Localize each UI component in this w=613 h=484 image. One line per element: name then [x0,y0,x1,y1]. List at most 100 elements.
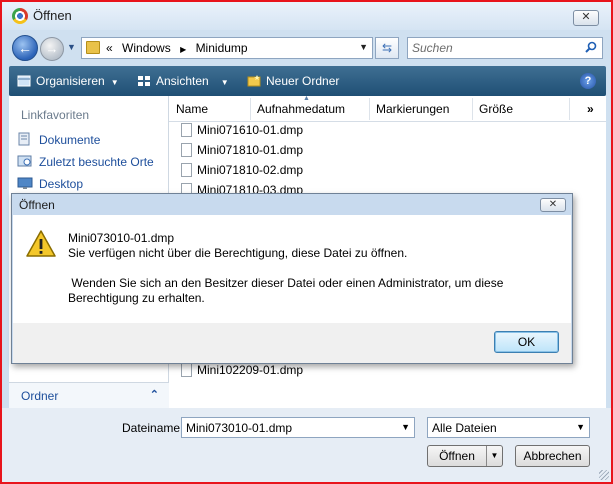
folders-toggle[interactable]: Ordner ⌃ [9,382,169,408]
organize-label: Organisieren [36,74,105,88]
recent-pages-dropdown[interactable]: ▼ [67,42,76,52]
forward-button[interactable]: → [40,37,64,61]
file-icon [181,163,192,177]
chevron-down-icon: ▼ [220,78,229,87]
error-dialog-title: Öffnen [19,198,55,212]
sort-indicator-icon: ▲ [303,95,310,102]
new-folder-button[interactable]: Neuer Ordner [247,74,339,88]
file-name: Mini071610-01.dmp [197,123,304,137]
views-icon [138,76,150,86]
column-headers: Name ▲ Aufnahmedatum Markierungen Größe … [169,95,606,122]
sidebar-item-label: Zuletzt besuchte Orte [39,155,154,169]
file-row[interactable]: Mini071610-01.dmp [181,123,303,143]
search-placeholder: Suchen [412,41,453,55]
file-icon [181,363,192,377]
filename-value: Mini073010-01.dmp [186,421,293,435]
title-bar: Öffnen ✕ [2,2,611,30]
chevron-down-icon: ▼ [490,451,499,460]
warning-icon [26,230,56,257]
search-input[interactable]: Suchen [407,37,603,59]
filename-label: Dateiname: [122,421,184,435]
breadcrumb-minidump[interactable]: Minidump [196,41,248,55]
chevron-down-icon: ▼ [359,42,368,52]
chevron-down-icon: ▼ [576,422,585,432]
back-button[interactable]: ← [12,35,38,61]
error-dialog-body: Mini073010-01.dmp Sie verfügen nicht übe… [13,215,571,323]
organize-menu[interactable]: Organisieren ▼ [17,74,119,88]
open-file-dialog: Öffnen ✕ ← → ▼ « Windows ▶ Minidump ▼ ⇆ … [0,0,613,484]
organize-icon [17,75,31,87]
sidebar-item-recent-places[interactable]: Zuletzt besuchte Orte [17,154,154,169]
breadcrumb-separator-icon[interactable]: ▶ [180,45,186,54]
error-line-2: Wenden Sie sich an den Besitzer dieser D… [68,276,504,290]
chevron-down-icon[interactable]: ▼ [401,422,410,432]
window-title: Öffnen [33,8,72,23]
sidebar-item-label: Dokumente [39,133,101,147]
dialog-footer: Dateiname: Mini073010-01.dmp ▼ Alle Date… [2,408,611,482]
error-dialog-footer: OK [13,323,571,363]
command-toolbar: Organisieren ▼ Ansichten ▼ Neuer Ordner ? [9,66,606,96]
error-message: Mini073010-01.dmp Sie verfügen nicht übe… [68,231,558,306]
close-icon: ✕ [548,199,558,210]
column-divider[interactable] [569,98,570,120]
sidebar-item-desktop[interactable]: Desktop [17,176,83,191]
close-button[interactable]: ✕ [573,10,599,26]
recent-places-icon [17,155,32,167]
ok-button[interactable]: OK [494,331,559,353]
chevron-down-icon: ▼ [110,78,119,87]
address-dropdown[interactable]: ▼ [359,42,368,52]
error-dialog-close-button[interactable]: ✕ [540,198,566,212]
breadcrumb-overflow[interactable]: « [106,41,113,55]
more-columns-button[interactable]: » [587,102,594,116]
filetype-value: Alle Dateien [432,421,497,435]
column-divider[interactable] [369,98,370,120]
chevron-up-icon: ⌃ [149,389,159,401]
chevron-down-icon: ▼ [67,42,76,52]
folder-icon [86,41,100,54]
new-folder-icon [247,75,261,87]
favorites-heading: Linkfavoriten [21,108,90,122]
open-label: Öffnen [439,449,475,463]
address-bar[interactable]: « Windows ▶ Minidump ▼ [81,37,373,59]
refresh-icon: ⇆ [381,41,393,55]
new-folder-label: Neuer Ordner [266,74,340,88]
navigation-bar: ← → ▼ « Windows ▶ Minidump ▼ ⇆ Suchen [2,30,611,66]
column-header-size[interactable]: Größe [479,102,513,116]
sidebar-item-documents[interactable]: Dokumente [17,132,100,147]
column-divider[interactable] [250,98,251,120]
arrow-left-icon: ← [18,40,32,56]
views-label: Ansichten [156,74,209,88]
cancel-button[interactable]: Abbrechen [515,445,590,467]
file-name: Mini102209-01.dmp [197,363,304,377]
search-icon[interactable] [585,41,597,53]
help-icon[interactable]: ? [580,73,596,89]
file-name: Mini071810-02.dmp [197,163,304,177]
column-divider[interactable] [472,98,473,120]
filename-input[interactable]: Mini073010-01.dmp ▼ [181,417,415,438]
arrow-right-icon: → [45,41,59,56]
file-row[interactable]: Mini071810-01.dmp [181,143,303,163]
file-icon [181,143,192,157]
file-row[interactable]: Mini102209-01.dmp [181,363,303,383]
sidebar-item-label: Desktop [39,177,84,191]
refresh-button[interactable]: ⇆ [375,37,399,59]
desktop-icon [17,177,33,189]
file-icon [181,123,192,137]
column-header-tags[interactable]: Markierungen [376,102,449,116]
column-header-date[interactable]: Aufnahmedatum [257,102,345,116]
resize-grip[interactable] [599,470,609,480]
error-line-3: Berechtigung zu erhalten. [68,291,205,305]
breadcrumb-windows[interactable]: Windows [122,41,171,55]
filetype-select[interactable]: Alle Dateien ▼ [427,417,590,438]
error-filename: Mini073010-01.dmp [68,231,175,245]
file-row[interactable]: Mini071810-02.dmp [181,163,303,183]
error-line-1: Sie verfügen nicht über die Berechtigung… [68,246,408,260]
column-header-name[interactable]: Name [176,102,208,116]
breadcrumb: « Windows ▶ Minidump [106,41,254,55]
folders-label: Ordner [21,389,59,403]
close-icon: ✕ [581,11,591,23]
open-options-dropdown[interactable]: ▼ [486,446,502,466]
views-menu[interactable]: Ansichten ▼ [137,74,229,88]
documents-icon [18,132,30,146]
open-button[interactable]: Öffnen ▼ [427,445,503,467]
